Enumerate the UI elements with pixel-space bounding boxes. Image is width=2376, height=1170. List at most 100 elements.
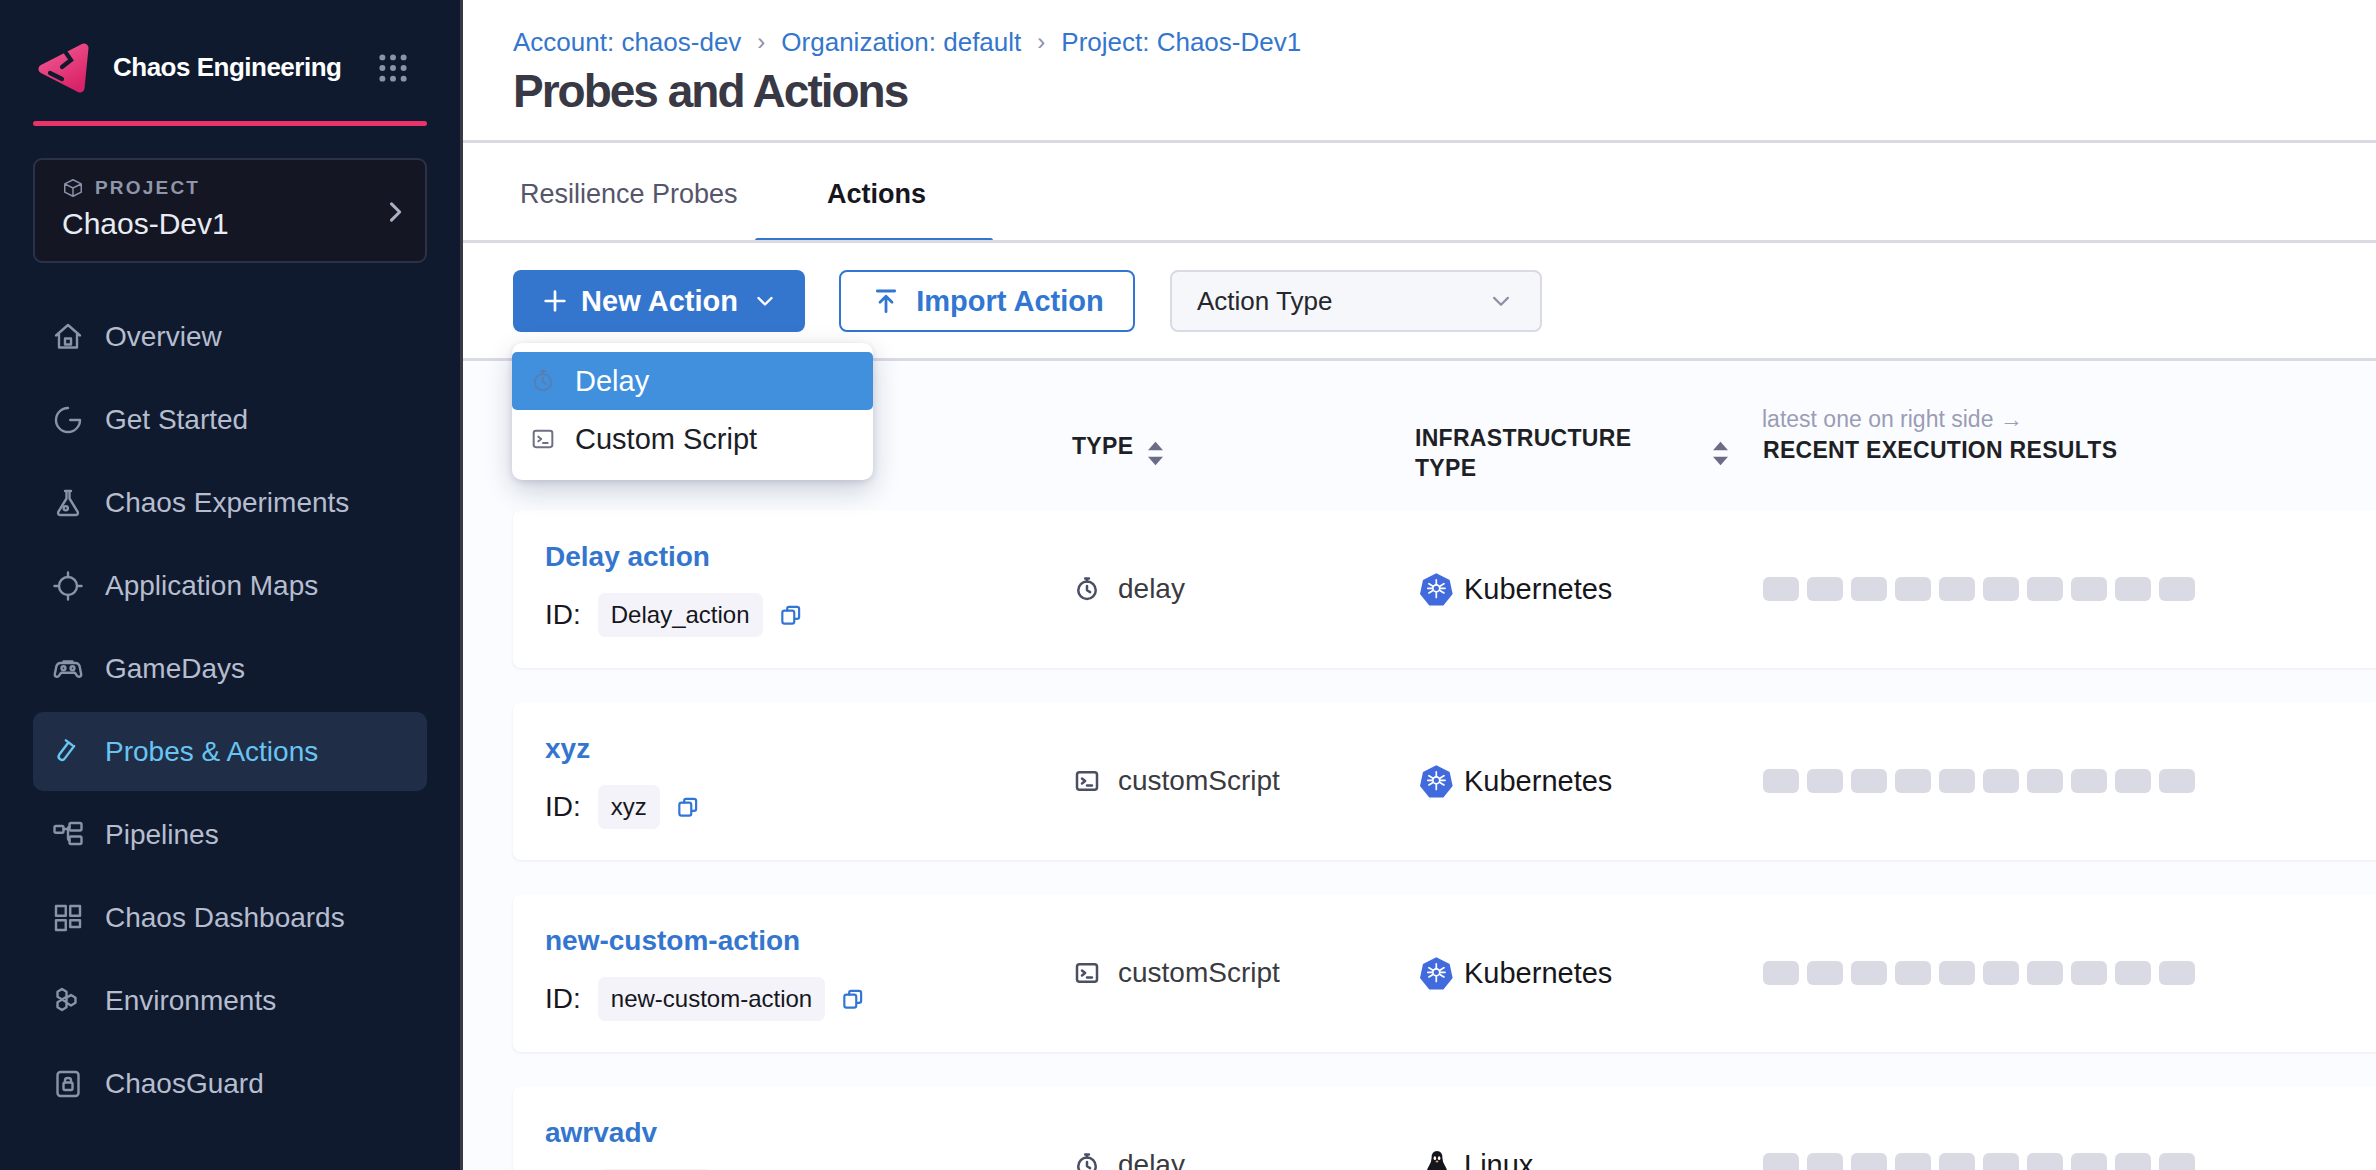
project-selector[interactable]: PROJECT Chaos-Dev1 — [33, 158, 427, 263]
action-name-link[interactable]: awrvadv — [545, 1117, 657, 1149]
terminal-icon — [1072, 766, 1102, 796]
toolbar: New Action Import Action Action Type — [513, 270, 1542, 332]
sidebar-item-chaosguard[interactable]: ChaosGuard — [33, 1044, 427, 1123]
execution-placeholder — [2027, 1153, 2063, 1170]
sidebar-item-pipelines[interactable]: Pipelines — [33, 795, 427, 874]
execution-placeholder — [2159, 769, 2195, 793]
execution-placeholder — [2115, 769, 2151, 793]
execution-placeholder — [1895, 769, 1931, 793]
infrastructure-text: Kubernetes — [1464, 573, 1612, 606]
stopwatch-icon — [529, 367, 557, 395]
kubernetes-icon — [1420, 572, 1454, 606]
recent-executions-cell — [1763, 702, 2195, 860]
breadcrumb-link-1[interactable]: Organization: default — [781, 27, 1021, 58]
app-grid-icon[interactable] — [376, 51, 410, 85]
copy-icon[interactable] — [675, 794, 701, 820]
sidebar-item-overview[interactable]: Overview — [33, 297, 427, 376]
action-name-link[interactable]: new-custom-action — [545, 925, 800, 957]
terminal-icon — [529, 425, 557, 453]
sidebar-item-label: Environments — [105, 985, 276, 1017]
app-root: Chaos Engineering PROJECT Chaos-Dev1 Ove… — [0, 0, 2376, 1170]
execution-placeholder — [1851, 1153, 1887, 1170]
execution-placeholder — [2159, 1153, 2195, 1170]
results-note: latest one on right side → — [1762, 406, 2023, 433]
sidebar-item-label: Probes & Actions — [105, 736, 318, 768]
terminal-icon — [1072, 958, 1102, 988]
action-type-cell: delay — [1072, 1086, 1185, 1170]
execution-placeholder — [1851, 961, 1887, 985]
execution-placeholder — [1763, 769, 1799, 793]
sidebar-item-probes-actions[interactable]: Probes & Actions — [33, 712, 427, 791]
action-name-link[interactable]: xyz — [545, 733, 590, 765]
breadcrumb-link-0[interactable]: Account: chaos-dev — [513, 27, 741, 58]
menu-item-label: Delay — [575, 365, 649, 398]
infrastructure-text: Kubernetes — [1464, 957, 1612, 990]
hexagons-icon — [50, 983, 86, 1019]
execution-placeholder — [1807, 961, 1843, 985]
infrastructure-cell: Linux — [1420, 1086, 1533, 1170]
action-row-xyz: xyzID:xyzcustomScriptKubernetes — [513, 702, 2376, 860]
sidebar-item-application-maps[interactable]: Application Maps — [33, 546, 427, 625]
execution-placeholder — [1763, 1153, 1799, 1170]
home-icon — [50, 319, 86, 355]
execution-placeholder — [2071, 1153, 2107, 1170]
new-action-button[interactable]: New Action — [513, 270, 805, 332]
execution-placeholder — [1939, 769, 1975, 793]
action-type-cell: customScript — [1072, 702, 1280, 860]
execution-placeholder — [1807, 577, 1843, 601]
menu-item-custom-script[interactable]: Custom Script — [512, 410, 873, 468]
import-action-button[interactable]: Import Action — [839, 270, 1135, 332]
execution-placeholder — [1983, 577, 2019, 601]
execution-placeholder — [2027, 961, 2063, 985]
flask-icon — [50, 485, 86, 521]
breadcrumb-link-2[interactable]: Project: Chaos-Dev1 — [1061, 27, 1301, 58]
sidebar: Chaos Engineering PROJECT Chaos-Dev1 Ove… — [0, 0, 463, 1170]
column-header-type[interactable]: TYPE — [1072, 433, 1133, 460]
project-chevron-right-icon — [381, 198, 409, 226]
gamepad-icon — [50, 651, 86, 687]
execution-placeholder — [2027, 577, 2063, 601]
app-title: Chaos Engineering — [113, 52, 376, 83]
column-header-infrastructure-type[interactable]: INFRASTRUCTURE TYPE — [1415, 423, 1631, 483]
action-row-awrvadv: awrvadvID:awrvadvdelayLinux — [513, 1086, 2376, 1170]
id-label: ID: — [545, 599, 581, 631]
menu-item-delay[interactable]: Delay — [512, 352, 873, 410]
sidebar-item-get-started[interactable]: Get Started — [33, 380, 427, 459]
action-type-select[interactable]: Action Type — [1170, 270, 1542, 332]
kubernetes-icon — [1420, 956, 1454, 990]
project-box-icon — [62, 177, 84, 199]
execution-placeholder — [2071, 961, 2107, 985]
execution-placeholder — [1763, 577, 1799, 601]
execution-placeholder — [1939, 577, 1975, 601]
copy-icon[interactable] — [840, 986, 866, 1012]
action-id-line: ID:Delay_action — [545, 593, 804, 637]
probe-icon — [50, 734, 86, 770]
sidebar-item-label: Chaos Dashboards — [105, 902, 345, 934]
sidebar-item-environments[interactable]: Environments — [33, 961, 427, 1040]
action-id-value: new-custom-action — [598, 977, 825, 1021]
column-header-results: RECENT EXECUTION RESULTS — [1763, 437, 2117, 464]
execution-placeholder — [2159, 577, 2195, 601]
tab-actions[interactable]: Actions — [827, 179, 926, 210]
execution-placeholder — [2027, 769, 2063, 793]
infrastructure-text: Kubernetes — [1464, 765, 1612, 798]
execution-placeholder — [1983, 961, 2019, 985]
execution-placeholder — [1939, 1153, 1975, 1170]
execution-placeholder — [2115, 1153, 2151, 1170]
action-name-link[interactable]: Delay action — [545, 541, 710, 573]
execution-placeholder — [2071, 769, 2107, 793]
page-title: Probes and Actions — [513, 64, 907, 118]
sort-icon-type[interactable] — [1145, 441, 1166, 466]
tab-label: Actions — [827, 179, 926, 209]
lock-icon — [50, 1066, 86, 1102]
sort-icon-infrastructure[interactable] — [1710, 441, 1731, 466]
execution-placeholder — [1895, 961, 1931, 985]
sidebar-item-gamedays[interactable]: GameDays — [33, 629, 427, 708]
action-type-text: customScript — [1118, 957, 1280, 989]
sidebar-item-chaos-dashboards[interactable]: Chaos Dashboards — [33, 878, 427, 957]
sidebar-item-chaos-experiments[interactable]: Chaos Experiments — [33, 463, 427, 542]
copy-icon[interactable] — [778, 602, 804, 628]
tab-resilience-probes[interactable]: Resilience Probes — [520, 179, 738, 210]
crosshair-icon — [50, 568, 86, 604]
execution-placeholder — [1983, 769, 2019, 793]
